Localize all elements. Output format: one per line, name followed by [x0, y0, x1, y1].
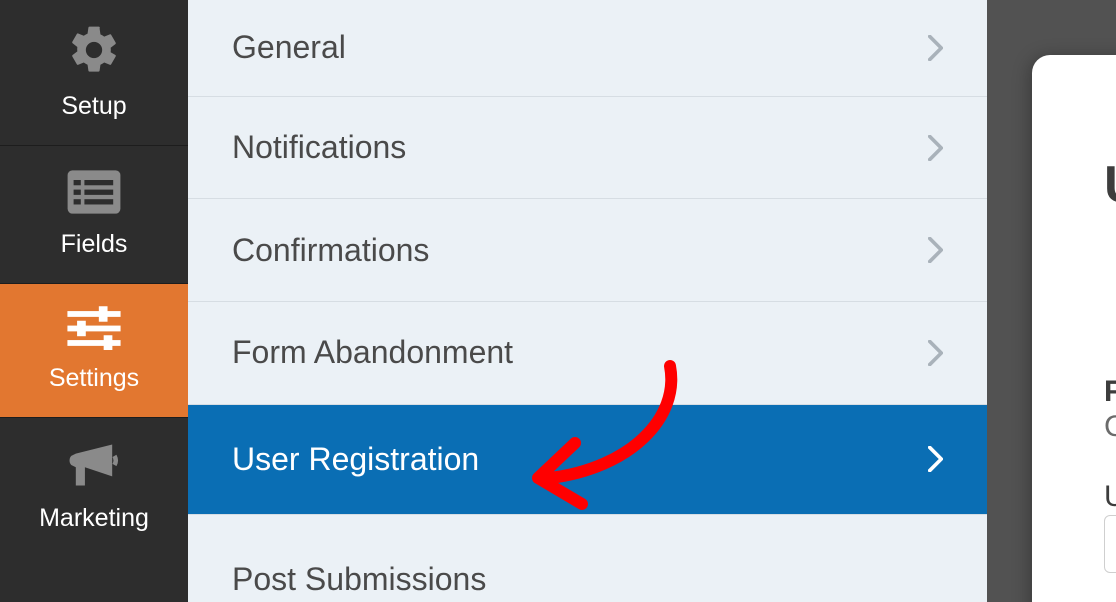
- sliders-icon: [65, 306, 123, 350]
- sidebar-item-marketing[interactable]: Marketing: [0, 418, 188, 557]
- app-root: Setup Fields Settings Marketing: [0, 0, 1116, 602]
- panel-text-fragment: C: [1104, 410, 1116, 444]
- settings-label: Post Submissions: [232, 561, 486, 598]
- list-icon: [65, 168, 123, 216]
- settings-label: Confirmations: [232, 232, 429, 269]
- settings-item-form-abandonment[interactable]: Form Abandonment: [188, 302, 987, 405]
- panel-heading-fragment: U: [1104, 155, 1116, 215]
- chevron-right-icon: [928, 237, 943, 263]
- settings-list: General Notifications Confirmations Form…: [188, 0, 987, 602]
- panel-text-fragment: U: [1104, 480, 1116, 514]
- settings-label: Notifications: [232, 129, 406, 166]
- sidebar-label: Fields: [61, 230, 128, 259]
- detail-panel: U F C U N: [987, 0, 1116, 602]
- sidebar-item-settings[interactable]: Settings: [0, 284, 188, 418]
- chevron-right-icon: [928, 135, 943, 161]
- settings-item-user-registration[interactable]: User Registration: [188, 405, 987, 516]
- sidebar-label: Marketing: [39, 504, 149, 533]
- sidebar-item-setup[interactable]: Setup: [0, 0, 188, 146]
- chevron-right-icon: [928, 340, 943, 366]
- sidebar-label: Setup: [61, 92, 126, 121]
- settings-item-general[interactable]: General: [188, 0, 987, 97]
- panel-text-fragment: F: [1104, 375, 1116, 409]
- settings-label: General: [232, 29, 346, 66]
- panel-input-fragment: [1104, 515, 1116, 573]
- settings-item-post-submissions[interactable]: Post Submissions: [188, 515, 987, 602]
- settings-label: User Registration: [232, 441, 479, 478]
- sidebar-label: Settings: [49, 364, 139, 393]
- settings-item-notifications[interactable]: Notifications: [188, 97, 987, 200]
- sidebar: Setup Fields Settings Marketing: [0, 0, 188, 602]
- bullhorn-icon: [66, 440, 122, 490]
- chevron-right-icon: [928, 35, 943, 61]
- gear-icon: [66, 22, 122, 78]
- settings-item-confirmations[interactable]: Confirmations: [188, 199, 987, 302]
- settings-label: Form Abandonment: [232, 334, 513, 371]
- detail-card: U F C U N: [1032, 55, 1116, 602]
- chevron-right-icon: [928, 446, 943, 472]
- sidebar-item-fields[interactable]: Fields: [0, 146, 188, 284]
